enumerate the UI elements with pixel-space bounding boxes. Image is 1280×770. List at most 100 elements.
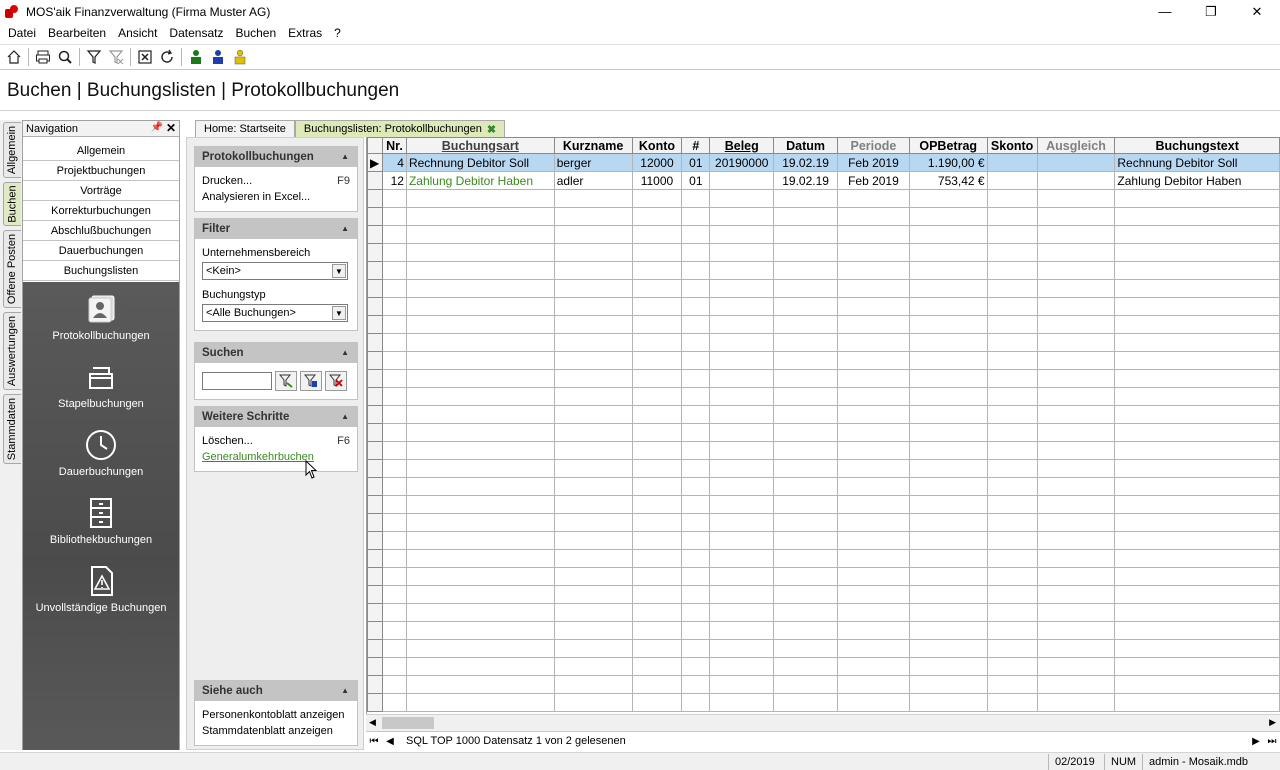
cell-skonto[interactable] <box>986 153 1038 172</box>
menu-ansicht[interactable]: Ansicht <box>112 26 163 40</box>
section-header[interactable]: Protokollbuchungen ▲ <box>195 147 357 167</box>
menu-extras[interactable]: Extras <box>282 26 328 40</box>
cell-num[interactable]: 01 <box>681 153 711 172</box>
cell-datum[interactable]: 19.02.19 <box>773 171 839 190</box>
big-item-stapelbuchungen[interactable]: Stapelbuchungen <box>23 360 179 428</box>
task-generalumkehrbuchen-link[interactable]: Generalumkehrbuchen <box>202 451 314 463</box>
print-preview-icon[interactable] <box>54 46 76 68</box>
cell-konto[interactable]: 11000 <box>631 171 683 190</box>
col-header-opbetrag[interactable]: OPBetrag <box>908 137 988 154</box>
menu-help[interactable]: ? <box>328 26 347 40</box>
restore-button[interactable]: ❐ <box>1188 0 1234 23</box>
prev-record-icon[interactable]: ◀ <box>382 733 398 749</box>
cell-num[interactable]: 01 <box>681 171 711 190</box>
horizontal-scrollbar[interactable]: ◀ ▶ <box>366 714 1280 731</box>
nav-item-korrekturbuchungen[interactable]: Korrekturbuchungen <box>23 201 179 221</box>
scroll-left-icon[interactable]: ◀ <box>369 717 376 728</box>
cell-periode[interactable]: Feb 2019 <box>837 153 910 172</box>
cell-beleg[interactable] <box>709 171 775 190</box>
col-header-datum[interactable]: Datum <box>773 137 839 154</box>
last-record-icon[interactable]: ⏭ <box>1264 733 1280 749</box>
col-header-num[interactable]: # <box>681 137 711 154</box>
cell-skonto[interactable] <box>986 171 1038 190</box>
col-header-kurzname[interactable]: Kurzname <box>553 137 633 154</box>
menu-buchen[interactable]: Buchen <box>229 26 282 40</box>
cell-buchungsart[interactable]: Rechnung Debitor Soll <box>405 153 555 172</box>
cell-datum[interactable]: 19.02.19 <box>773 153 839 172</box>
task-stammdatenblatt[interactable]: Stammdatenblatt anzeigen <box>202 723 350 739</box>
cell-buchungstext[interactable]: Rechnung Debitor Soll <box>1114 153 1280 172</box>
excel-icon[interactable] <box>134 46 156 68</box>
user-green-icon[interactable] <box>185 46 207 68</box>
nav-item-buchungslisten[interactable]: Buchungslisten <box>23 261 179 281</box>
cell-nr[interactable]: 12 <box>381 171 407 190</box>
cell-kurzname[interactable]: adler <box>553 171 633 190</box>
user-lock-icon[interactable] <box>229 46 251 68</box>
chevron-down-icon[interactable]: ▼ <box>332 306 346 320</box>
menu-datensatz[interactable]: Datensatz <box>163 26 229 40</box>
collapse-icon[interactable]: ▲ <box>341 224 349 233</box>
big-item-bibliothekbuchungen[interactable]: Bibliothekbuchungen <box>23 496 179 564</box>
col-header-nr[interactable]: Nr. <box>381 137 407 154</box>
cell-buchungstext[interactable]: Zahlung Debitor Haben <box>1114 171 1280 190</box>
vtab-auswertungen[interactable]: Auswertungen <box>3 312 21 390</box>
tab-close-icon[interactable]: ✖ <box>487 123 496 136</box>
vtab-buchen[interactable]: Buchen <box>3 182 21 226</box>
tab-home[interactable]: Home: Startseite <box>195 120 295 137</box>
col-header-buchungsart[interactable]: Buchungsart <box>405 137 555 154</box>
first-record-icon[interactable]: ⏮ <box>366 733 382 749</box>
cell-ausgleich[interactable] <box>1036 153 1116 172</box>
filter-icon[interactable] <box>83 46 105 68</box>
bereich-select[interactable]: <Kein> ▼ <box>202 262 348 280</box>
big-item-unvollstaendige[interactable]: Unvollständige Buchungen <box>23 564 179 632</box>
vtab-stammdaten[interactable]: Stammdaten <box>3 394 21 464</box>
scroll-right-icon[interactable]: ▶ <box>1269 717 1276 728</box>
menu-datei[interactable]: Datei <box>2 26 42 40</box>
col-header-skonto[interactable]: Skonto <box>986 137 1038 154</box>
next-record-icon[interactable]: ▶ <box>1248 733 1264 749</box>
task-loeschen[interactable]: Löschen... F6 <box>202 433 350 449</box>
cell-opbetrag[interactable]: 1.190,00 € <box>908 153 988 172</box>
table-row[interactable]: 12 Zahlung Debitor Haben adler 11000 01 … <box>367 171 1280 190</box>
print-icon[interactable] <box>32 46 54 68</box>
task-analysieren[interactable]: Analysieren in Excel... <box>202 189 350 205</box>
search-input[interactable] <box>202 372 272 390</box>
search-filter-icon[interactable] <box>275 371 297 391</box>
menu-bearbeiten[interactable]: Bearbeiten <box>42 26 112 40</box>
col-header-beleg[interactable]: Beleg <box>709 137 775 154</box>
big-item-protokollbuchungen[interactable]: Protokollbuchungen <box>23 292 179 360</box>
filter-clear-icon[interactable] <box>105 46 127 68</box>
refresh-icon[interactable] <box>156 46 178 68</box>
collapse-icon[interactable]: ▲ <box>341 152 349 161</box>
cell-ausgleich[interactable] <box>1036 171 1116 190</box>
section-header[interactable]: Suchen ▲ <box>195 343 357 363</box>
col-header-periode[interactable]: Periode <box>837 137 910 154</box>
collapse-icon[interactable]: ▲ <box>341 348 349 357</box>
table-row[interactable]: ▶ 4 Rechnung Debitor Soll berger 12000 0… <box>367 153 1280 172</box>
pin-icon[interactable]: 📌 <box>151 122 163 133</box>
minimize-button[interactable]: — <box>1142 0 1188 23</box>
task-drucken[interactable]: Drucken... F9 <box>202 173 350 189</box>
collapse-icon[interactable]: ▲ <box>341 412 349 421</box>
cell-konto[interactable]: 12000 <box>631 153 683 172</box>
cell-buchungsart[interactable]: Zahlung Debitor Haben <box>405 171 555 190</box>
cell-kurzname[interactable]: berger <box>553 153 633 172</box>
scroll-thumb[interactable] <box>382 717 434 729</box>
big-item-dauerbuchungen[interactable]: Dauerbuchungen <box>23 428 179 496</box>
nav-item-abschlussbuchungen[interactable]: Abschlußbuchungen <box>23 221 179 241</box>
search-list-icon[interactable] <box>300 371 322 391</box>
cell-beleg[interactable]: 20190000 <box>709 153 775 172</box>
search-clear-icon[interactable] <box>325 371 347 391</box>
cell-opbetrag[interactable]: 753,42 € <box>908 171 988 190</box>
nav-item-allgemein[interactable]: Allgemein <box>23 141 179 161</box>
collapse-icon[interactable]: ▲ <box>341 686 349 695</box>
home-icon[interactable] <box>3 46 25 68</box>
col-header-ausgleich[interactable]: Ausgleich <box>1036 137 1116 154</box>
col-header-buchungstext[interactable]: Buchungstext <box>1114 137 1280 154</box>
cell-periode[interactable]: Feb 2019 <box>837 171 910 190</box>
task-personenkontoblatt[interactable]: Personenkontoblatt anzeigen <box>202 707 350 723</box>
section-header[interactable]: Weitere Schritte ▲ <box>195 407 357 427</box>
cell-nr[interactable]: 4 <box>381 153 407 172</box>
chevron-down-icon[interactable]: ▼ <box>332 264 346 278</box>
nav-item-dauerbuchungen[interactable]: Dauerbuchungen <box>23 241 179 261</box>
